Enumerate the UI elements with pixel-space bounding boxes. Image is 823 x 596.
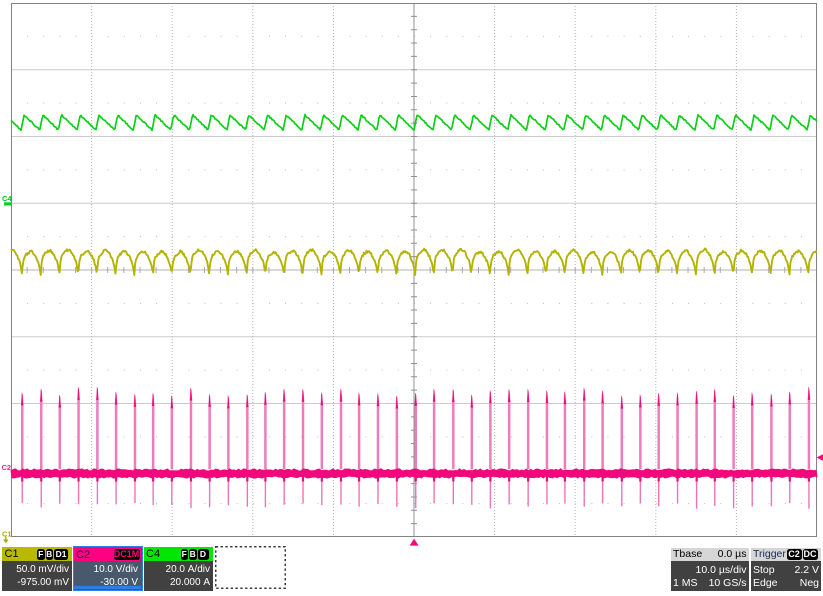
svg-text:C1: C1 bbox=[2, 530, 12, 539]
svg-text:C4: C4 bbox=[2, 194, 12, 203]
svg-text:C2: C2 bbox=[2, 463, 12, 472]
